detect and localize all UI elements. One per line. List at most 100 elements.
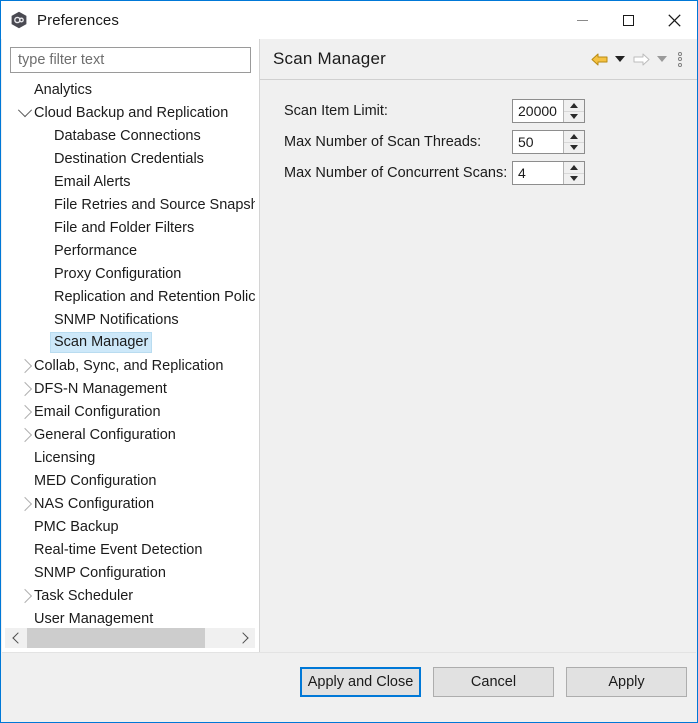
scan-item-limit-spinner[interactable]: 20000 [512, 99, 585, 123]
close-button[interactable] [651, 1, 697, 39]
panel-header: Scan Manager [260, 39, 697, 80]
maximize-icon [622, 14, 634, 26]
tree-item[interactable]: Replication and Retention Policy [2, 285, 255, 308]
max-scan-threads-input[interactable]: 50 [513, 131, 563, 153]
cancel-button[interactable]: Cancel [433, 667, 554, 697]
scroll-right-icon[interactable] [233, 628, 255, 648]
max-scan-threads-label: Max Number of Scan Threads: [284, 134, 482, 150]
app-hex-icon [10, 11, 28, 29]
max-scan-threads-decrement-button[interactable] [564, 142, 584, 153]
max-concurrent-scans-decrement-button[interactable] [564, 173, 584, 184]
scan-item-limit-input[interactable]: 20000 [513, 100, 563, 122]
tree-item-label: SNMP Configuration [34, 564, 166, 581]
tree-item-label: Analytics [34, 81, 93, 98]
caret-down-icon [570, 114, 578, 120]
maximize-button[interactable] [605, 1, 651, 39]
scan-item-limit-decrement-button[interactable] [564, 111, 584, 122]
page-title: Scan Manager [273, 49, 386, 68]
tree-item[interactable]: Performance [2, 239, 255, 262]
chevron-right-icon[interactable] [16, 404, 34, 419]
dialog-footer: Apply and Close Cancel Apply [2, 652, 696, 721]
scan-item-limit-label: Scan Item Limit: [284, 103, 388, 119]
max-concurrent-scans-spinner[interactable]: 4 [512, 161, 585, 185]
forward-button[interactable] [629, 46, 653, 72]
max-scan-threads-increment-button[interactable] [564, 131, 584, 143]
tree-item[interactable]: File Retries and Source Snapshots [2, 193, 255, 216]
forward-arrow-icon [633, 53, 649, 65]
tree-item-label: User Management [34, 610, 154, 627]
max-concurrent-scans-input[interactable]: 4 [513, 162, 563, 184]
tree-item-label: DFS-N Management [34, 380, 167, 397]
chevron-right-icon[interactable] [16, 358, 34, 373]
tree-item[interactable]: General Configuration [2, 423, 255, 446]
scan-manager-panel: Scan Manager Scan Item Limit: 20000 Max … [260, 39, 697, 654]
field-row: Max Number of Concurrent Scans: 4 [260, 158, 697, 188]
tree-item[interactable]: Cloud Backup and Replication [2, 101, 255, 124]
tree-item-label: Real-time Event Detection [34, 541, 203, 558]
view-menu-button[interactable] [671, 46, 689, 72]
tree-item-label: Performance [54, 242, 138, 259]
caret-up-icon [570, 102, 578, 108]
field-row: Max Number of Scan Threads: 50 [260, 127, 697, 157]
tree-item-label: SNMP Notifications [54, 311, 179, 328]
scrollbar-thumb[interactable] [27, 628, 205, 648]
tree-item[interactable]: Collab, Sync, and Replication [2, 354, 255, 377]
tree-item-label: Destination Credentials [54, 150, 204, 167]
chevron-right-icon[interactable] [16, 427, 34, 442]
chevron-right-icon[interactable] [16, 381, 34, 396]
apply-button[interactable]: Apply [566, 667, 687, 697]
tree-item[interactable]: Licensing [2, 446, 255, 469]
tree-item[interactable]: Database Connections [2, 124, 255, 147]
chevron-down-icon [657, 56, 667, 62]
chevron-down-icon [615, 56, 625, 62]
chevron-down-icon[interactable] [16, 102, 34, 118]
back-history-menu-button[interactable] [611, 46, 629, 72]
minimize-button[interactable] [559, 1, 605, 39]
scrollbar-track[interactable] [27, 628, 233, 648]
max-scan-threads-spinner[interactable]: 50 [512, 130, 585, 154]
chevron-right-icon[interactable] [16, 588, 34, 603]
title-bar: Preferences [1, 1, 697, 39]
button-row: Apply and Close Cancel Apply [300, 667, 687, 697]
max-concurrent-scans-stepper [563, 162, 584, 184]
tree-item-label: MED Configuration [34, 472, 157, 489]
tree-item[interactable]: Scan Manager [2, 331, 255, 354]
tree-item[interactable]: DFS-N Management [2, 377, 255, 400]
caret-up-icon [570, 164, 578, 170]
tree-item[interactable]: Task Scheduler [2, 584, 255, 607]
tree-item[interactable]: Email Configuration [2, 400, 255, 423]
tree-item[interactable]: Email Alerts [2, 170, 255, 193]
panel-body: Scan Item Limit: 20000 Max Number of Scan … [260, 80, 697, 188]
preferences-window: Preferences Analytics Cloud Backup and Re… [0, 0, 698, 723]
tree-item-label: File Retries and Source Snapshots [54, 196, 255, 213]
preferences-tree-panel: Analytics Cloud Backup and Replication Dat… [2, 39, 259, 654]
tree-item[interactable]: File and Folder Filters [2, 216, 255, 239]
forward-history-menu-button[interactable] [653, 46, 671, 72]
tree-item[interactable]: Real-time Event Detection [2, 538, 255, 561]
scroll-left-icon[interactable] [5, 628, 27, 648]
tree-item-label: Scan Manager [49, 332, 153, 353]
filter-input[interactable] [10, 47, 251, 73]
tree-item[interactable]: MED Configuration [2, 469, 255, 492]
scan-item-limit-increment-button[interactable] [564, 100, 584, 112]
tree-item[interactable]: Destination Credentials [2, 147, 255, 170]
tree-item[interactable]: NAS Configuration [2, 492, 255, 515]
close-icon [667, 13, 681, 27]
tree-item[interactable]: SNMP Configuration [2, 561, 255, 584]
max-concurrent-scans-increment-button[interactable] [564, 162, 584, 174]
preferences-tree[interactable]: Analytics Cloud Backup and Replication Dat… [2, 78, 257, 634]
tree-item[interactable]: PMC Backup [2, 515, 255, 538]
tree-item[interactable]: Analytics [2, 78, 255, 101]
tree-item-label: PMC Backup [34, 518, 119, 535]
tree-item-label: Replication and Retention Policy [54, 288, 255, 305]
chevron-right-icon[interactable] [16, 496, 34, 511]
tree-item[interactable]: User Management [2, 607, 255, 630]
tree-item-label: Proxy Configuration [54, 265, 182, 282]
tree-item-label: Collab, Sync, and Replication [34, 357, 224, 374]
tree-horizontal-scrollbar[interactable] [5, 628, 255, 648]
tree-item[interactable]: SNMP Notifications [2, 308, 255, 331]
apply-and-close-button[interactable]: Apply and Close [300, 667, 421, 697]
vertical-dots-icon [678, 51, 682, 67]
back-button[interactable] [587, 46, 611, 72]
tree-item[interactable]: Proxy Configuration [2, 262, 255, 285]
